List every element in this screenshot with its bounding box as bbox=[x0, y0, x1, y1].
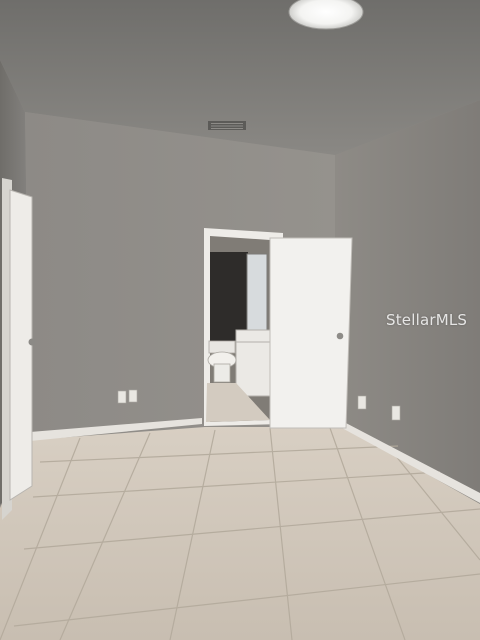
outlet-right bbox=[357, 395, 367, 410]
bathroom-window bbox=[246, 253, 268, 331]
ceiling-vent bbox=[208, 121, 246, 130]
left-door bbox=[2, 178, 36, 520]
bathroom-door-knob bbox=[336, 332, 344, 340]
ceiling-light bbox=[288, 0, 364, 30]
watermark-text: StellarMLS bbox=[386, 311, 468, 329]
outlet-left bbox=[117, 390, 127, 404]
outlet-left-2 bbox=[128, 389, 138, 403]
bathroom-vanity bbox=[235, 329, 271, 397]
left-door-knob bbox=[28, 338, 36, 346]
room-photo: StellarMLS bbox=[0, 0, 480, 640]
outlet-right-2 bbox=[391, 405, 401, 421]
bathroom-door bbox=[269, 237, 353, 429]
